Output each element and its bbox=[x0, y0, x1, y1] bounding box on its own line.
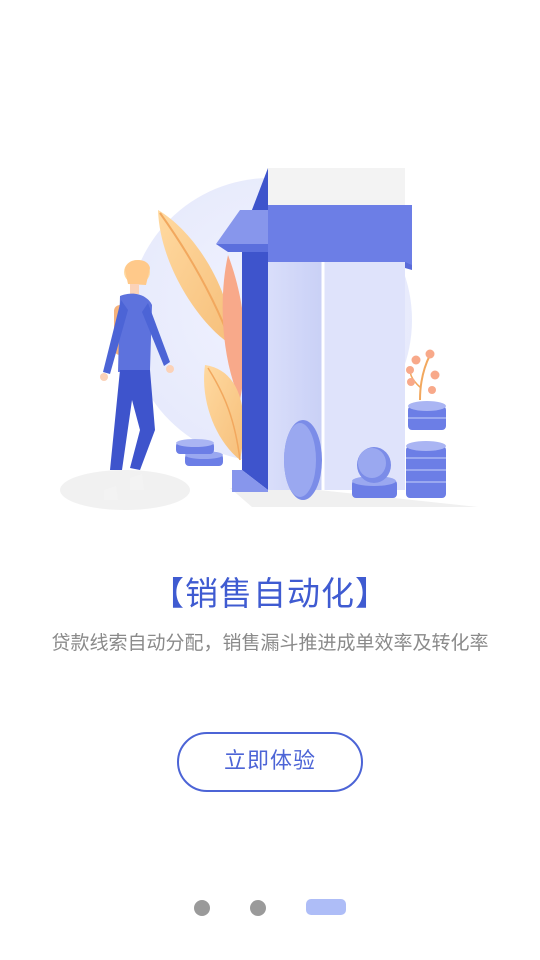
page-indicator bbox=[0, 898, 540, 916]
person-shadow bbox=[60, 470, 190, 510]
page-dot-3-active[interactable] bbox=[306, 899, 346, 915]
standing-coin bbox=[284, 420, 322, 500]
berry-plant bbox=[406, 349, 440, 401]
page-dot-2[interactable] bbox=[250, 900, 266, 916]
page-title: 【销售自动化】 bbox=[151, 574, 389, 613]
page-subtitle: 贷款线索自动分配，销售漏斗推进成单效率及转化率 bbox=[51, 632, 489, 654]
sales-automation-illustration bbox=[60, 168, 478, 510]
coin-stack-right bbox=[406, 401, 446, 498]
try-now-button[interactable]: 立即体验 bbox=[177, 732, 363, 792]
page-dot-1[interactable] bbox=[194, 900, 210, 916]
